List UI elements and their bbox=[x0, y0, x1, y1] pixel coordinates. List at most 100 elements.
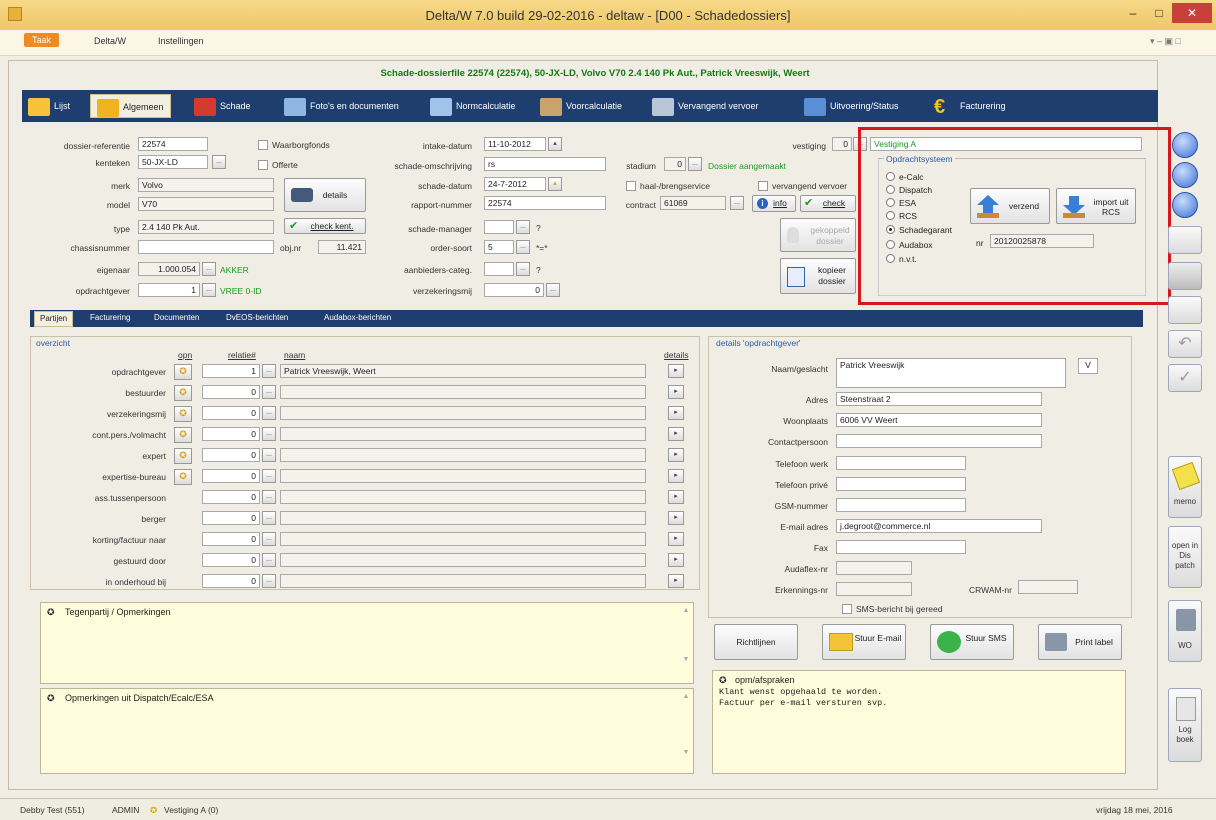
opmerkingen-notes[interactable]: ✪ Opmerkingen uit Dispatch/Ecalc/ESA ▲ ▼ bbox=[40, 688, 694, 774]
schade-manager-field[interactable] bbox=[484, 220, 514, 234]
eigenaar-number-field[interactable]: 1.000.054 bbox=[138, 262, 200, 276]
telefoon-prive-field[interactable] bbox=[836, 477, 966, 491]
party-lookup-button[interactable]: ... bbox=[262, 553, 276, 567]
erkennings-field[interactable] bbox=[836, 582, 912, 596]
verzekeringsmij-lookup[interactable]: ... bbox=[546, 283, 560, 297]
party-relatie-field[interactable]: 0 bbox=[202, 511, 260, 525]
subtab-dveos[interactable]: DvEOS-berichten bbox=[226, 313, 288, 322]
details-button[interactable]: details bbox=[284, 178, 366, 212]
party-relatie-field[interactable]: 1 bbox=[202, 364, 260, 378]
vestiging-number-field[interactable]: 0 bbox=[832, 137, 852, 151]
star-icon[interactable]: ✪ bbox=[174, 364, 192, 380]
stuur-email-button[interactable]: Stuur E-mail bbox=[822, 624, 906, 660]
party-relatie-field[interactable]: 0 bbox=[202, 490, 260, 504]
adres-field[interactable]: Steenstraat 2 bbox=[836, 392, 1042, 406]
menu-taak[interactable]: Taak bbox=[24, 33, 60, 47]
print-label-button[interactable]: Print label bbox=[1038, 624, 1122, 660]
party-naam-field[interactable] bbox=[280, 490, 646, 504]
star-icon[interactable]: ✪ bbox=[174, 469, 192, 485]
party-relatie-field[interactable]: 0 bbox=[202, 406, 260, 420]
afspraken-notes[interactable]: ✪ opm/afspraken Klant wenst opgehaald te… bbox=[712, 670, 1126, 774]
tab-fotos[interactable]: Foto's en documenten bbox=[284, 94, 399, 118]
tab-normcalculatie[interactable]: Normcalculatie bbox=[430, 94, 516, 118]
contactpersoon-field[interactable] bbox=[836, 434, 1042, 448]
delete-icon[interactable] bbox=[1168, 262, 1202, 290]
subtab-facturering[interactable]: Facturering bbox=[90, 313, 130, 322]
haal-brengservice-checkbox[interactable] bbox=[626, 181, 636, 191]
chassisnummer-field[interactable] bbox=[138, 240, 274, 254]
party-relatie-field[interactable]: 0 bbox=[202, 553, 260, 567]
arrow-up-icon[interactable] bbox=[1172, 162, 1198, 188]
radio-nvt[interactable] bbox=[886, 254, 895, 263]
party-naam-field[interactable] bbox=[280, 406, 646, 420]
schadegarant-nr-field[interactable]: 20120025878 bbox=[990, 234, 1094, 248]
menu-instellingen[interactable]: Instellingen bbox=[158, 36, 204, 46]
party-details-button[interactable]: ▸ bbox=[668, 427, 684, 441]
tab-lijst[interactable]: Lijst bbox=[28, 94, 70, 118]
radio-rcs[interactable] bbox=[886, 211, 895, 220]
tab-facturering[interactable]: € Facturering bbox=[934, 94, 1006, 118]
radio-audabox[interactable] bbox=[886, 240, 895, 249]
telefoon-werk-field[interactable] bbox=[836, 456, 966, 470]
schade-datum-field[interactable]: 24-7-2012 bbox=[484, 177, 546, 191]
party-relatie-field[interactable]: 0 bbox=[202, 448, 260, 462]
party-details-button[interactable]: ▸ bbox=[668, 511, 684, 525]
opdrachtgever-number-field[interactable]: 1 bbox=[138, 283, 200, 297]
kenteken-field[interactable]: 50-JX-LD bbox=[138, 155, 208, 169]
tab-algemeen[interactable]: Algemeen bbox=[90, 94, 171, 118]
mdi-controls[interactable]: ▾ – ▣ □ bbox=[1150, 36, 1181, 47]
schade-omschrijving-field[interactable]: rs bbox=[484, 157, 606, 171]
party-naam-field[interactable] bbox=[280, 532, 646, 546]
close-button[interactable]: ✕ bbox=[1172, 3, 1212, 23]
party-relatie-field[interactable]: 0 bbox=[202, 385, 260, 399]
aanbieders-categ-lookup[interactable]: ... bbox=[516, 262, 530, 276]
order-soort-field[interactable]: 5 bbox=[484, 240, 514, 254]
printer-icon[interactable] bbox=[1168, 296, 1202, 324]
star-icon[interactable]: ✪ bbox=[174, 406, 192, 422]
verzend-button[interactable]: verzend bbox=[970, 188, 1050, 224]
schade-manager-lookup[interactable]: ... bbox=[516, 220, 530, 234]
party-naam-field[interactable] bbox=[280, 511, 646, 525]
party-naam-field[interactable] bbox=[280, 574, 646, 588]
party-naam-field[interactable] bbox=[280, 385, 646, 399]
tab-uitvoering-status[interactable]: Uitvoering/Status bbox=[804, 94, 899, 118]
woonplaats-field[interactable]: 6006 VV Weert bbox=[836, 413, 1042, 427]
party-relatie-field[interactable]: 0 bbox=[202, 532, 260, 546]
rapport-nummer-field[interactable]: 22574 bbox=[484, 196, 606, 210]
new-document-icon[interactable] bbox=[1168, 226, 1202, 254]
subtab-partijen[interactable]: Partijen bbox=[34, 311, 74, 327]
verzekeringsmij-field[interactable]: 0 bbox=[484, 283, 544, 297]
party-relatie-field[interactable]: 0 bbox=[202, 427, 260, 441]
contract-lookup[interactable]: ... bbox=[730, 196, 744, 210]
party-lookup-button[interactable]: ... bbox=[262, 532, 276, 546]
party-details-button[interactable]: ▸ bbox=[668, 553, 684, 567]
star-icon[interactable]: ✪ bbox=[174, 448, 192, 464]
party-details-button[interactable]: ▸ bbox=[668, 574, 684, 588]
fax-field[interactable] bbox=[836, 540, 966, 554]
open-dispatch-button[interactable]: open in Dis patch bbox=[1168, 526, 1202, 588]
party-naam-field[interactable] bbox=[280, 427, 646, 441]
obj-nr-field[interactable]: 11.421 bbox=[318, 240, 366, 254]
aanbieders-categ-field[interactable] bbox=[484, 262, 514, 276]
party-lookup-button[interactable]: ... bbox=[262, 511, 276, 525]
refresh-icon[interactable] bbox=[1172, 132, 1198, 158]
waarborgfonds-checkbox[interactable] bbox=[258, 140, 268, 150]
logboek-button[interactable]: Log boek bbox=[1168, 688, 1202, 762]
contract-field[interactable]: 61069 bbox=[660, 196, 726, 210]
party-lookup-button[interactable]: ... bbox=[262, 448, 276, 462]
subtab-audabox[interactable]: Audabox-berichten bbox=[324, 313, 391, 322]
geslacht-field[interactable]: V bbox=[1078, 358, 1098, 374]
party-naam-field[interactable] bbox=[280, 469, 646, 483]
notes-scrollbar[interactable]: ▲ ▼ bbox=[681, 693, 691, 769]
party-naam-field[interactable] bbox=[280, 448, 646, 462]
stadium-lookup[interactable]: ... bbox=[688, 157, 702, 171]
radio-esa[interactable] bbox=[886, 198, 895, 207]
party-details-button[interactable]: ▸ bbox=[668, 490, 684, 504]
kopieer-dossier-button[interactable]: kopieer dossier bbox=[780, 258, 856, 294]
party-lookup-button[interactable]: ... bbox=[262, 364, 276, 378]
party-details-button[interactable]: ▸ bbox=[668, 532, 684, 546]
richtlijnen-button[interactable]: Richtlijnen bbox=[714, 624, 798, 660]
tab-vervangend-vervoer[interactable]: Vervangend vervoer bbox=[652, 94, 759, 118]
email-field[interactable]: j.degroot@commerce.nl bbox=[836, 519, 1042, 533]
crwam-field[interactable] bbox=[1018, 580, 1078, 594]
